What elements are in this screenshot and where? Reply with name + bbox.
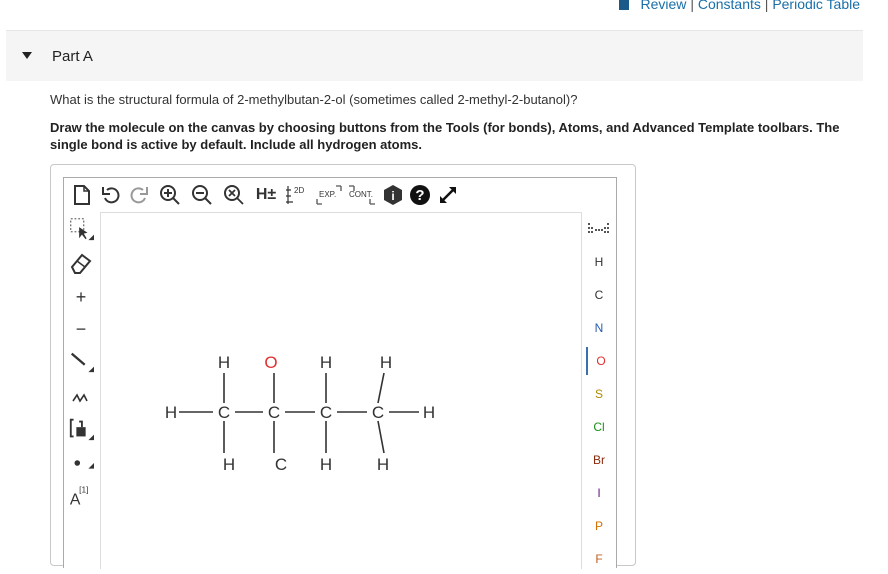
layout-2d-button[interactable]: 2D xyxy=(284,184,312,206)
top-links: Review | Constants | Periodic Table xyxy=(618,0,860,12)
review-link[interactable]: Review xyxy=(641,0,687,12)
new-document-icon[interactable] xyxy=(72,184,92,206)
atom-h-left: H xyxy=(165,403,177,422)
separator: | xyxy=(690,0,694,12)
atom-button-o[interactable]: O xyxy=(586,347,614,375)
atom-c1: C xyxy=(218,403,230,422)
redo-icon[interactable] xyxy=(128,184,150,206)
molecule-drawing: H C C C C H H O H H H C H H xyxy=(165,353,435,474)
part-header[interactable]: Part A xyxy=(6,30,863,81)
atom-bottom-2: C xyxy=(275,455,287,474)
help-icon[interactable]: ? xyxy=(408,184,432,206)
atom-top-1: H xyxy=(218,353,230,372)
periodic-table-icon[interactable] xyxy=(586,214,612,242)
top-toolbar: H± 2D EXP. CONT. i ? xyxy=(64,178,616,212)
part-title: Part A xyxy=(52,48,93,65)
template-tool-icon[interactable] xyxy=(68,416,94,442)
tools-toolbar: + − A [1] xyxy=(64,212,98,568)
charge-plus-button[interactable]: + xyxy=(68,284,94,310)
zoom-reset-icon[interactable] xyxy=(222,184,246,206)
help-label: ? xyxy=(415,187,424,204)
constants-link[interactable]: Constants xyxy=(698,0,761,12)
single-bond-icon[interactable] xyxy=(68,348,94,374)
eraser-icon[interactable] xyxy=(68,250,94,276)
atom-c3: C xyxy=(320,403,332,422)
atom-button-p[interactable]: P xyxy=(586,512,612,540)
drawing-canvas[interactable]: H C C C C H H O H H H C H H xyxy=(100,212,582,569)
contract-button[interactable]: CONT. xyxy=(346,184,378,206)
chain-tool-icon[interactable] xyxy=(68,382,94,408)
atom-button-h[interactable]: H xyxy=(586,248,612,276)
periodic-table-link[interactable]: Periodic Table xyxy=(772,0,860,12)
hydrogen-toggle-button[interactable]: H± xyxy=(252,184,280,206)
atom-bottom-4: H xyxy=(377,455,389,474)
info-label: i xyxy=(391,189,394,203)
atom-label-button[interactable]: A [1] xyxy=(68,484,94,510)
atom-c4: C xyxy=(372,403,384,422)
collapse-triangle-icon[interactable] xyxy=(22,52,32,59)
fullscreen-icon[interactable] xyxy=(436,184,460,206)
expand-label: EXP. xyxy=(319,190,336,199)
atom-c2: C xyxy=(268,403,280,422)
charge-minus-button[interactable]: − xyxy=(68,316,94,342)
selection-tool-icon[interactable] xyxy=(68,216,94,242)
zoom-in-icon[interactable] xyxy=(158,184,182,206)
zoom-out-icon[interactable] xyxy=(190,184,214,206)
instructions-text: Draw the molecule on the canvas by choos… xyxy=(50,120,840,152)
book-icon xyxy=(618,0,629,10)
atom-button-s[interactable]: S xyxy=(586,380,612,408)
atom-button-br[interactable]: Br xyxy=(586,446,612,474)
editor-frame: H± 2D EXP. CONT. i ? + − A [1] H C C C C… xyxy=(63,177,617,569)
atoms-toolbar: H C N O S Cl Br I P F xyxy=(582,212,616,568)
atom-button-i[interactable]: I xyxy=(586,479,612,507)
question-text: What is the structural formula of 2-meth… xyxy=(50,92,578,107)
atom-button-f[interactable]: F xyxy=(586,545,612,573)
layout-2d-label: 2D xyxy=(294,186,304,195)
atom-top-2-oxygen: O xyxy=(264,353,277,372)
atom-top-3: H xyxy=(320,353,332,372)
undo-icon[interactable] xyxy=(100,184,122,206)
molecule-editor: H± 2D EXP. CONT. i ? + − A [1] H C C C C… xyxy=(50,164,636,569)
atom-button-n[interactable]: N xyxy=(586,314,612,342)
separator: | xyxy=(764,0,769,12)
radical-tool-icon[interactable] xyxy=(68,450,94,476)
atom-bottom-1: H xyxy=(223,455,235,474)
atom-h-right: H xyxy=(423,403,435,422)
atom-top-4: H xyxy=(380,353,392,372)
atom-label-superscript: [1] xyxy=(79,484,88,494)
contract-label: CONT. xyxy=(349,190,373,199)
atom-button-cl[interactable]: Cl xyxy=(586,413,612,441)
info-icon[interactable]: i xyxy=(382,184,404,206)
atom-bottom-3: H xyxy=(320,455,332,474)
expand-button[interactable]: EXP. xyxy=(314,184,344,206)
atom-button-c[interactable]: C xyxy=(586,281,612,309)
